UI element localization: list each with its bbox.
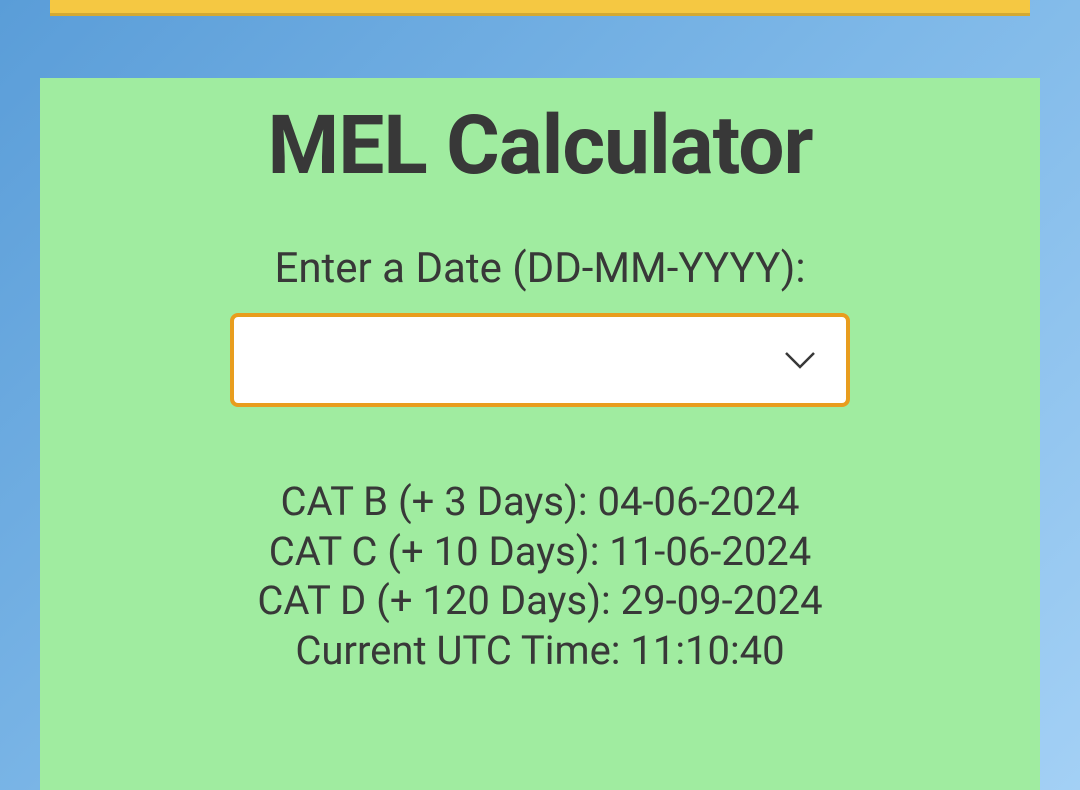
cat-d-result: CAT D (+ 120 Days): 29-09-2024 <box>100 576 980 626</box>
utc-time-result: Current UTC Time: 11:10:40 <box>100 626 980 676</box>
chevron-down-icon <box>784 351 816 369</box>
date-dropdown[interactable] <box>230 313 850 407</box>
results-section: CAT B (+ 3 Days): 04-06-2024 CAT C (+ 10… <box>100 477 980 675</box>
date-input-label: Enter a Date (DD-MM-YYYY): <box>100 244 980 293</box>
page-title: MEL Calculator <box>100 98 980 194</box>
cat-b-result: CAT B (+ 3 Days): 04-06-2024 <box>100 477 980 527</box>
dropdown-wrapper <box>100 313 980 407</box>
calculator-card: MEL Calculator Enter a Date (DD-MM-YYYY)… <box>40 78 1040 790</box>
top-accent-bar <box>50 0 1030 16</box>
cat-c-result: CAT C (+ 10 Days): 11-06-2024 <box>100 527 980 577</box>
